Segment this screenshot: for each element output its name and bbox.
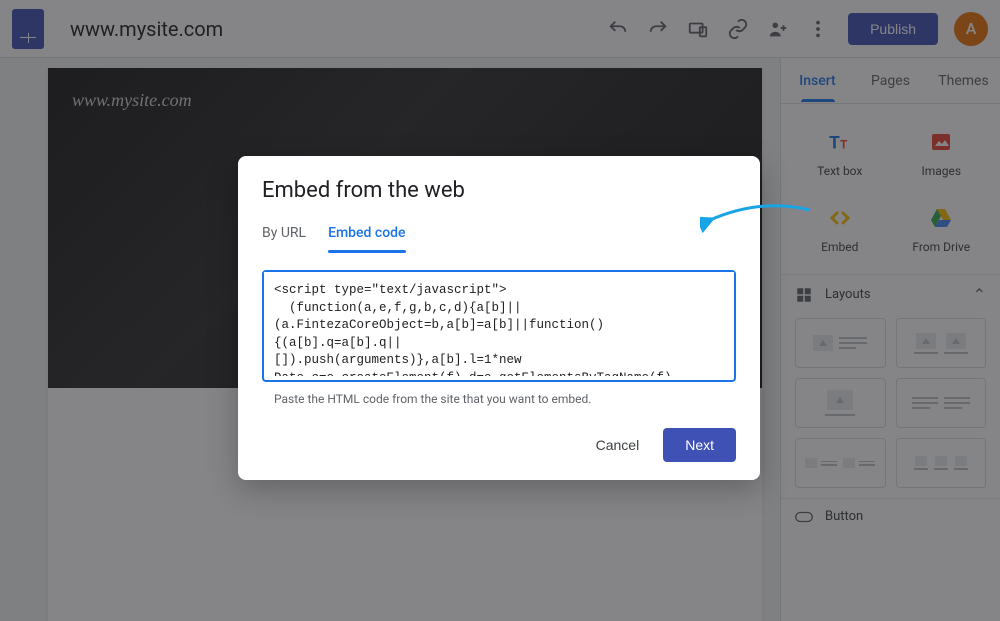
helper-text: Paste the HTML code from the site that y… — [262, 392, 736, 406]
modal-title: Embed from the web — [262, 178, 736, 203]
embed-code-textarea[interactable] — [264, 272, 734, 376]
next-button[interactable]: Next — [663, 428, 736, 462]
modal-tabs: By URL Embed code — [262, 225, 736, 254]
embed-modal: Embed from the web By URL Embed code Pas… — [238, 156, 760, 480]
modal-actions: Cancel Next — [262, 428, 736, 462]
cancel-button[interactable]: Cancel — [586, 429, 650, 461]
code-textarea-wrap — [262, 270, 736, 382]
tab-by-url[interactable]: By URL — [262, 225, 306, 253]
tab-embed-code[interactable]: Embed code — [328, 225, 405, 253]
